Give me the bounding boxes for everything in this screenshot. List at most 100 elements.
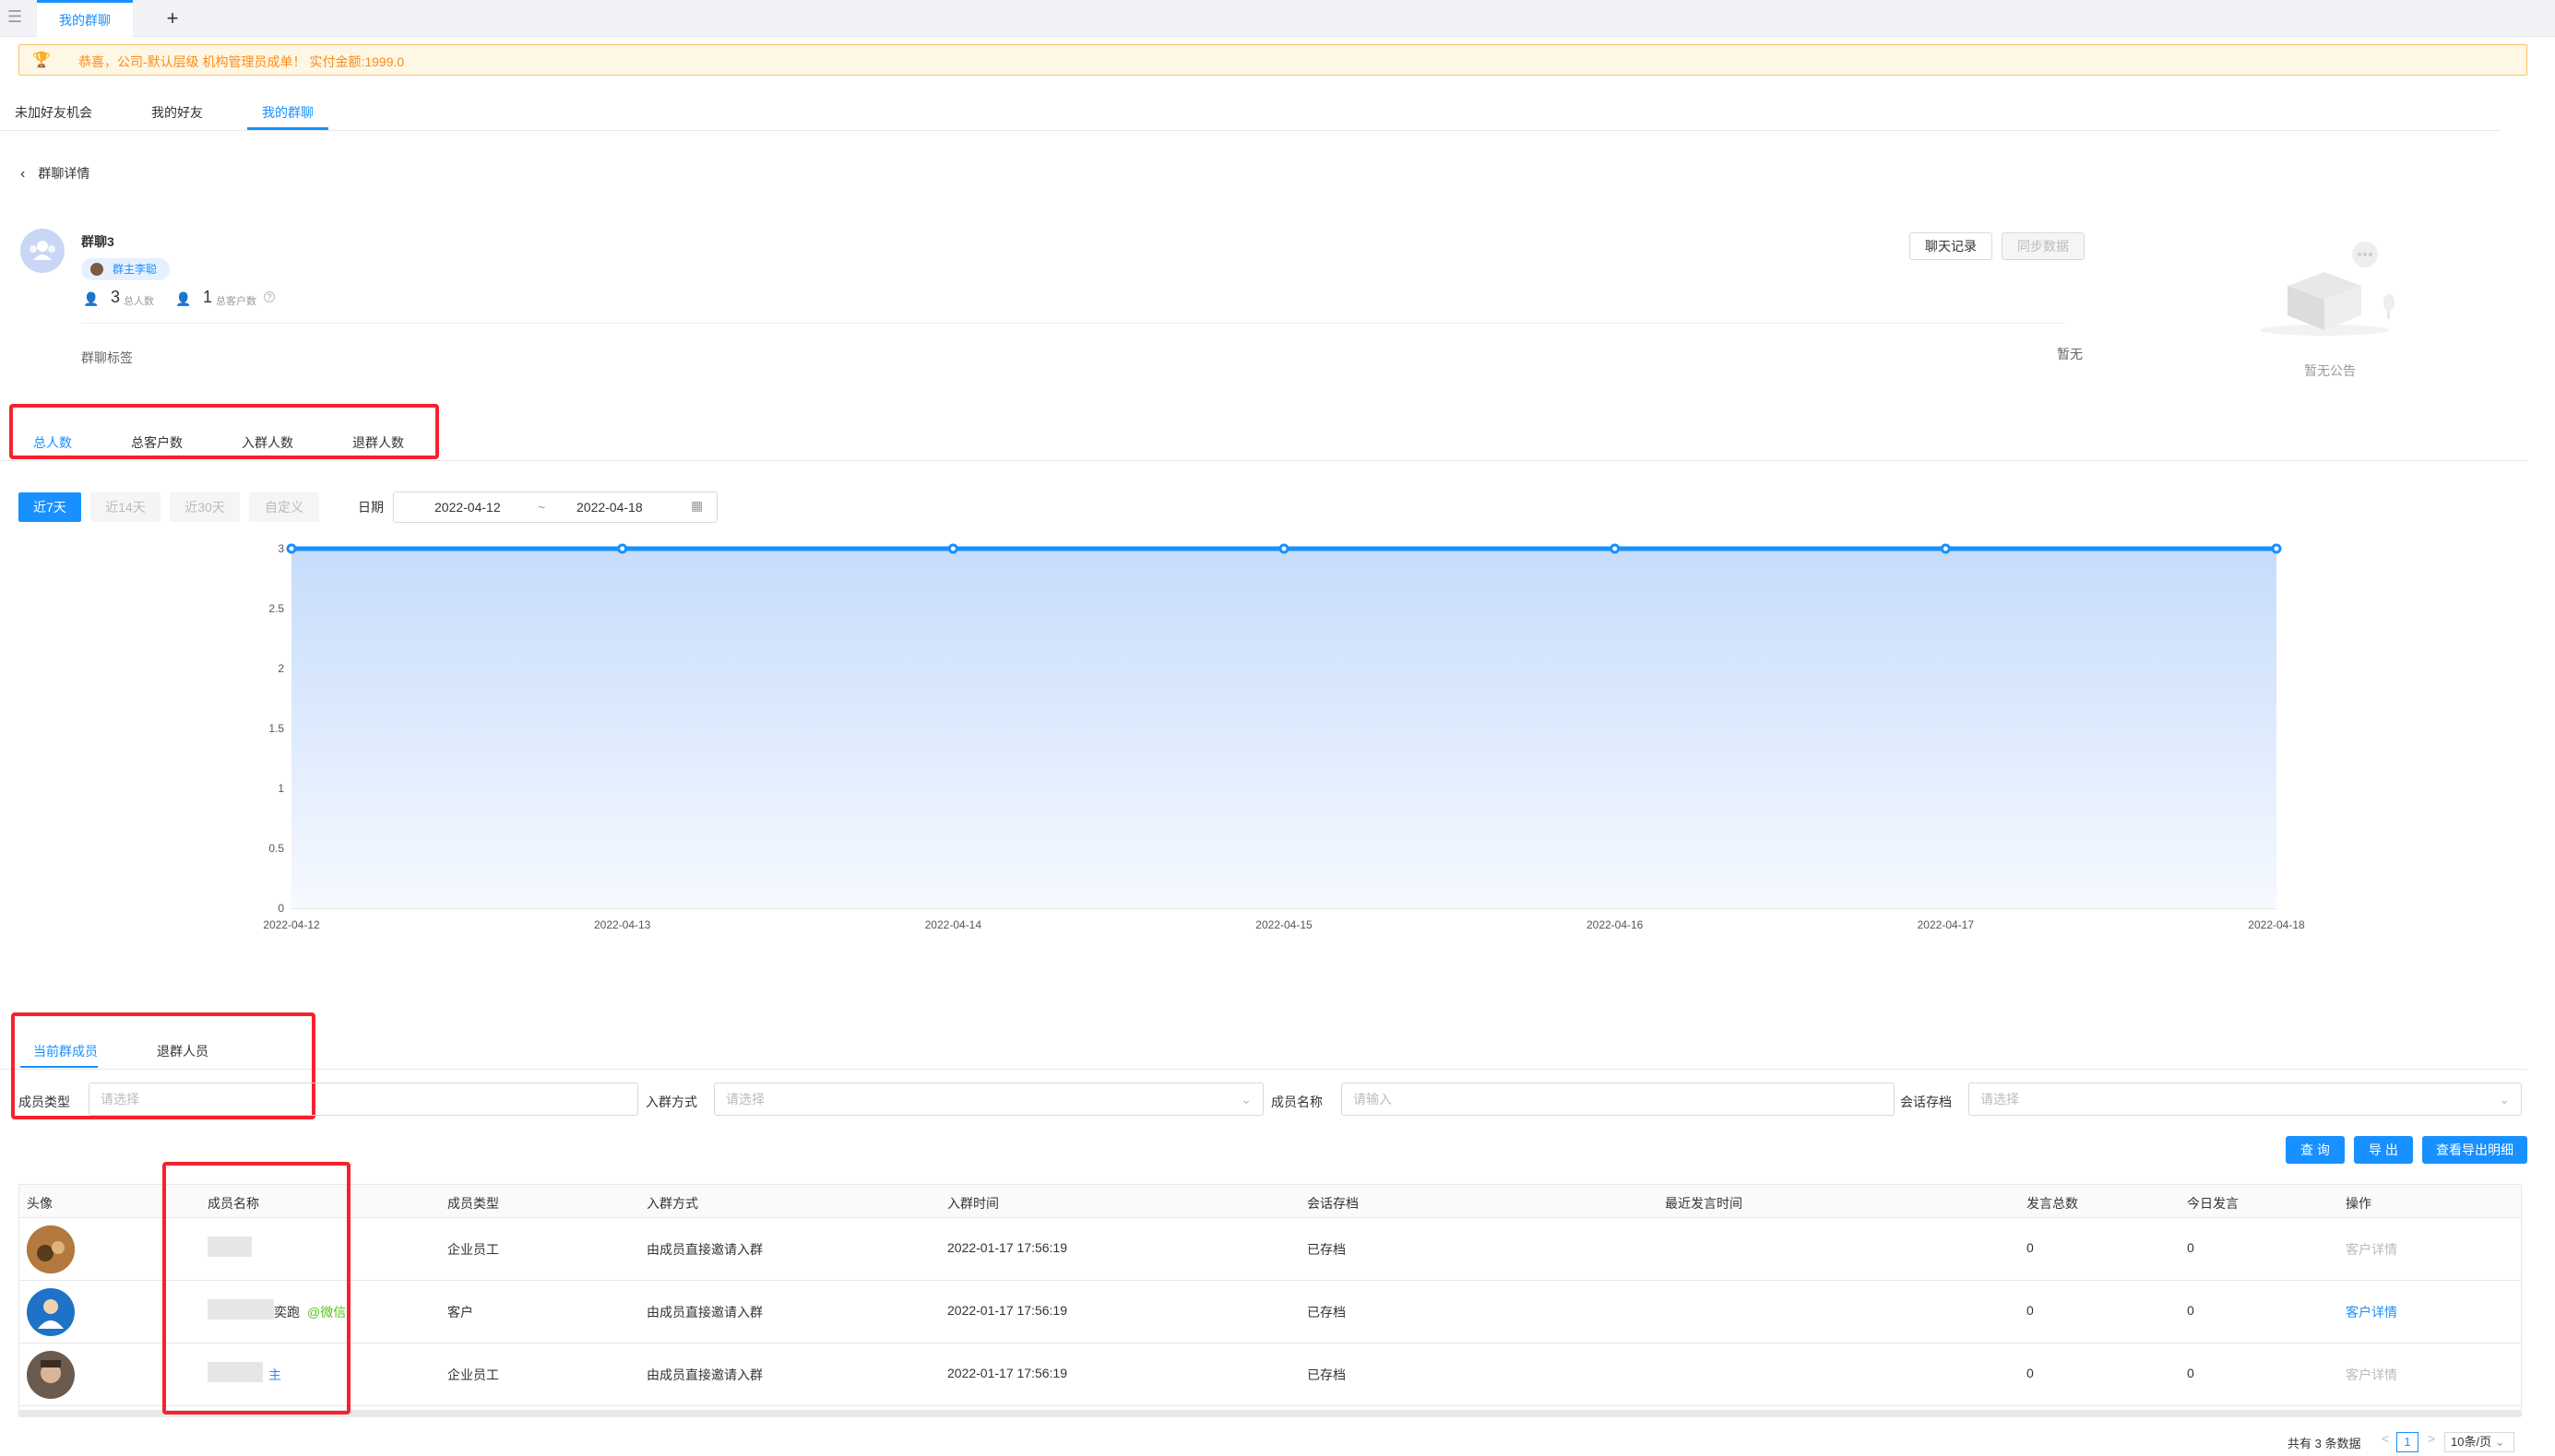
x-tick-label: 2022-04-15 bbox=[1255, 918, 1313, 931]
chevron-down-icon: ⌄ bbox=[1241, 1092, 1252, 1107]
table-row: 奕跑 @微信 客户 由成员直接邀请入群 2022-01-17 17:56:19 … bbox=[19, 1281, 2521, 1344]
x-tick-label: 2022-04-13 bbox=[594, 918, 651, 931]
query-button[interactable]: 查 询 bbox=[2286, 1136, 2345, 1164]
member-type-select[interactable]: 请选择 bbox=[89, 1083, 638, 1116]
customer-detail-link[interactable]: 客户详情 bbox=[2346, 1303, 2397, 1321]
help-icon[interactable]: ? bbox=[264, 291, 275, 302]
period-30-days[interactable]: 近30天 bbox=[170, 492, 240, 522]
join-time: 2022-01-17 17:56:19 bbox=[947, 1303, 1067, 1318]
date-label: 日期 bbox=[358, 500, 384, 515]
y-tick-label: 3 bbox=[278, 542, 284, 555]
session-archive-select[interactable]: 请选择 ⌄ bbox=[1968, 1083, 2522, 1116]
y-tick-label: 0 bbox=[278, 902, 284, 915]
col-session-archive: 会话存档 bbox=[1307, 1196, 1359, 1211]
period-14-days[interactable]: 近14天 bbox=[90, 492, 160, 522]
data-point bbox=[1940, 543, 1951, 554]
chevron-down-icon: ⌄ bbox=[2494, 1435, 2505, 1449]
session-archive: 已存档 bbox=[1307, 1242, 1346, 1257]
tab-my-groups[interactable]: 我的群聊 bbox=[262, 103, 314, 122]
member-type: 企业员工 bbox=[447, 1367, 499, 1382]
top-tab-bar: ☰ 我的群聊 + bbox=[0, 0, 2555, 37]
date-end: 2022-04-18 bbox=[576, 500, 643, 515]
avatar bbox=[27, 1288, 75, 1336]
message-total: 0 bbox=[2026, 1240, 2034, 1255]
menu-collapse-icon[interactable]: ☰ bbox=[7, 7, 28, 26]
tab-my-friends[interactable]: 我的好友 bbox=[151, 103, 203, 122]
today-messages: 0 bbox=[2187, 1366, 2194, 1380]
chat-record-button[interactable]: 聊天记录 bbox=[1909, 232, 1992, 260]
y-tick-label: 1 bbox=[278, 782, 284, 795]
member-tabs: 当前群成员 退群人员 bbox=[0, 1014, 2527, 1070]
y-tick-label: 2 bbox=[278, 662, 284, 675]
x-tick-label: 2022-04-14 bbox=[925, 918, 982, 931]
join-method: 由成员直接邀请入群 bbox=[647, 1305, 763, 1320]
customer-detail-link[interactable]: 客户详情 bbox=[2346, 1240, 2397, 1259]
announcement-empty: 暂无公告 bbox=[2304, 363, 2356, 378]
owner-tag-label: 群主李聪 bbox=[113, 263, 158, 276]
member-count-chart: 0 0.5 1 1.5 2 2.5 3 2022-04-12 2022-04-13 2022-0… bbox=[263, 542, 2305, 931]
join-method-select[interactable]: 请选择 ⌄ bbox=[714, 1083, 1264, 1116]
pagination-next[interactable]: > bbox=[2428, 1431, 2435, 1446]
today-messages: 0 bbox=[2187, 1240, 2194, 1255]
period-7-days[interactable]: 近7天 bbox=[18, 492, 81, 522]
period-custom[interactable]: 自定义 bbox=[249, 492, 319, 522]
member-type-label: 成员类型 bbox=[18, 1095, 70, 1109]
y-tick-label: 1.5 bbox=[268, 722, 284, 735]
col-member-type: 成员类型 bbox=[447, 1196, 499, 1211]
member-name-input[interactable]: 请输入 bbox=[1341, 1083, 1895, 1116]
members-table: 头像 成员名称 成员类型 入群方式 入群时间 会话存档 最近发言时间 发言总数 … bbox=[18, 1184, 2522, 1417]
page-tab-my-groups[interactable]: 我的群聊 bbox=[37, 0, 133, 37]
y-tick-label: 0.5 bbox=[268, 842, 284, 855]
person-icon: 👤 bbox=[83, 291, 100, 306]
owner-tag: 群主李聪 bbox=[81, 258, 171, 280]
avatar bbox=[27, 1225, 75, 1273]
session-archive: 已存档 bbox=[1307, 1305, 1346, 1320]
group-avatar bbox=[20, 229, 65, 273]
col-actions: 操作 bbox=[2346, 1196, 2371, 1211]
col-message-total: 发言总数 bbox=[2026, 1196, 2078, 1211]
chevron-down-icon: ⌄ bbox=[2499, 1092, 2510, 1107]
member-type: 企业员工 bbox=[447, 1242, 499, 1257]
x-tick-label: 2022-04-17 bbox=[1918, 918, 1975, 931]
pagination-prev[interactable]: < bbox=[2382, 1431, 2389, 1446]
x-tick-label: 2022-04-16 bbox=[1586, 918, 1644, 931]
group-tags-label: 群聊标签 bbox=[81, 350, 133, 365]
col-avatar: 头像 bbox=[27, 1196, 53, 1211]
join-method: 由成员直接邀请入群 bbox=[647, 1242, 763, 1257]
data-point bbox=[2271, 543, 2282, 554]
date-range-picker[interactable]: 2022-04-12 ~ 2022-04-18 ▦ bbox=[393, 491, 718, 523]
chevron-left-icon: ‹ bbox=[20, 166, 26, 182]
customer-detail-link[interactable]: 客户详情 bbox=[2346, 1366, 2397, 1384]
group-name: 群聊3 bbox=[81, 234, 114, 249]
page-size-select[interactable]: 10条/页 ⌄ bbox=[2444, 1432, 2514, 1452]
data-point bbox=[1610, 543, 1621, 554]
customer-count: 1 bbox=[203, 288, 213, 306]
col-last-message-time: 最近发言时间 bbox=[1665, 1196, 1742, 1211]
calendar-icon: ▦ bbox=[691, 498, 704, 513]
join-time: 2022-01-17 17:56:19 bbox=[947, 1240, 1067, 1255]
pagination-page[interactable]: 1 bbox=[2396, 1432, 2418, 1452]
table-header: 头像 成员名称 成员类型 入群方式 入群时间 会话存档 最近发言时间 发言总数 … bbox=[19, 1185, 2521, 1218]
tab-ink-bar bbox=[247, 127, 328, 130]
annotation-box bbox=[9, 404, 439, 459]
notice-bar: 🏆 恭喜，公司-默认层级 机构管理员成单！ 实付金额:1999.0 bbox=[18, 44, 2527, 76]
total-label: 总人数 bbox=[124, 296, 154, 307]
date-start: 2022-04-12 bbox=[434, 500, 501, 515]
customer-label: 总客户数 bbox=[216, 296, 256, 307]
back-label: 群聊详情 bbox=[38, 166, 90, 181]
table-row: 企业员工 由成员直接邀请入群 2022-01-17 17:56:19 已存档 0… bbox=[19, 1218, 2521, 1281]
data-point bbox=[617, 543, 628, 554]
member-name-label: 成员名称 bbox=[1271, 1095, 1323, 1109]
add-tab-button[interactable]: + bbox=[159, 2, 186, 35]
join-time: 2022-01-17 17:56:19 bbox=[947, 1366, 1067, 1380]
x-tick-label: 2022-04-18 bbox=[2248, 918, 2305, 931]
export-button[interactable]: 导 出 bbox=[2354, 1136, 2413, 1164]
sync-data-button[interactable]: 同步数据 bbox=[2002, 232, 2085, 260]
data-point bbox=[947, 543, 958, 554]
group-people-icon bbox=[30, 241, 55, 260]
back-link[interactable]: ‹ 群聊详情 bbox=[20, 164, 89, 183]
export-detail-button[interactable]: 查看导出明细 bbox=[2422, 1136, 2527, 1164]
today-messages: 0 bbox=[2187, 1303, 2194, 1318]
tab-unadded-friends[interactable]: 未加好友机会 bbox=[15, 103, 92, 122]
table-horizontal-scrollbar[interactable] bbox=[19, 1410, 2521, 1417]
